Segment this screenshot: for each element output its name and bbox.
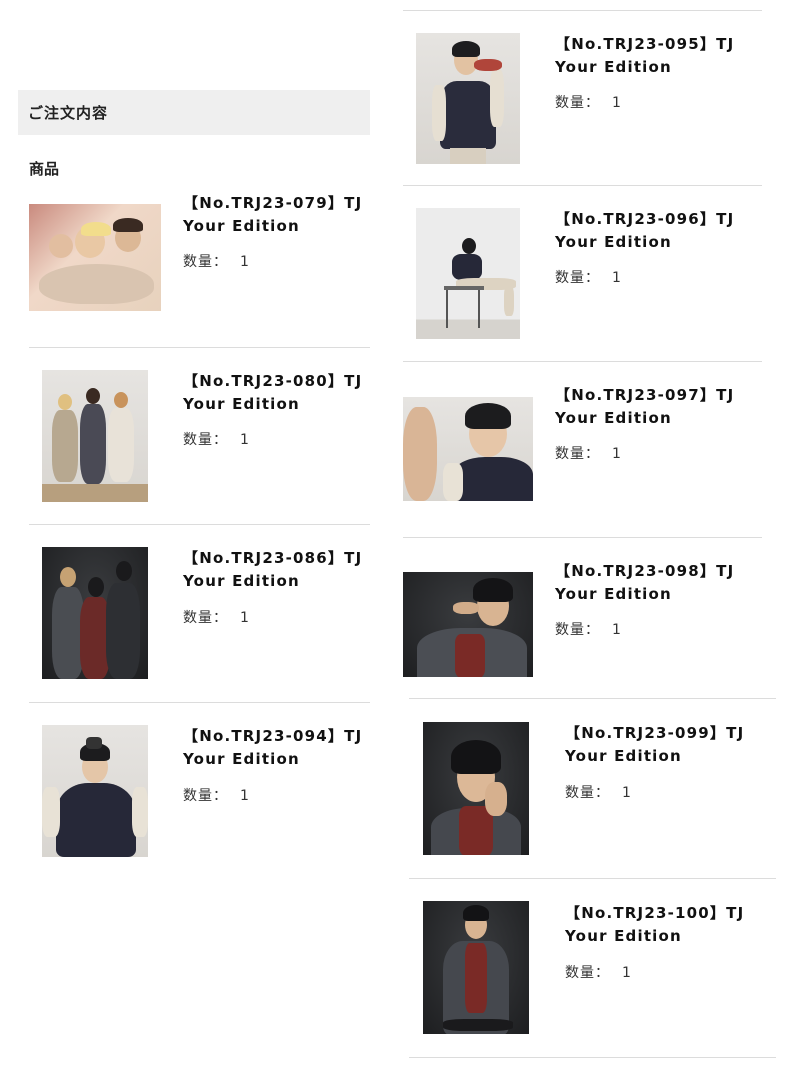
item-title-line1: 【No.TRJ23-094】TJ	[183, 727, 363, 745]
quantity-value: 1	[612, 95, 622, 111]
quantity-label: 数量：	[555, 446, 600, 462]
item-title-line1: 【No.TRJ23-079】TJ	[183, 194, 363, 212]
quantity-label: 数量：	[565, 785, 610, 801]
item-quantity: 数量： 1	[565, 782, 632, 802]
quantity-value: 1	[612, 270, 622, 286]
item-title-line2: Your Edition	[555, 58, 672, 76]
divider	[29, 524, 370, 525]
item-title-line2: Your Edition	[565, 927, 682, 945]
quantity-value: 1	[622, 785, 632, 801]
item-title-line2: Your Edition	[183, 572, 300, 590]
quantity-value: 1	[240, 788, 250, 804]
product-thumbnail[interactable]	[42, 725, 148, 857]
item-quantity: 数量： 1	[183, 429, 250, 449]
item-quantity: 数量： 1	[555, 92, 622, 112]
divider	[403, 10, 762, 11]
item-quantity: 数量： 1	[555, 267, 622, 287]
item-quantity: 数量： 1	[565, 962, 632, 982]
quantity-value: 1	[240, 610, 250, 626]
product-thumbnail[interactable]	[42, 370, 148, 502]
quantity-label: 数量：	[183, 254, 228, 270]
quantity-label: 数量：	[183, 610, 228, 626]
item-title-line2: Your Edition	[555, 585, 672, 603]
product-thumbnail[interactable]	[403, 397, 533, 501]
quantity-label: 数量：	[555, 270, 600, 286]
quantity-value: 1	[612, 446, 622, 462]
product-thumbnail[interactable]	[29, 204, 161, 311]
divider	[29, 702, 370, 703]
divider	[409, 1057, 776, 1058]
divider	[409, 878, 776, 879]
product-thumbnail[interactable]	[423, 901, 529, 1034]
item-title-line1: 【No.TRJ23-086】TJ	[183, 549, 363, 567]
item-title-line1: 【No.TRJ23-098】TJ	[555, 562, 735, 580]
item-title-line2: Your Edition	[183, 395, 300, 413]
item-title-line2: Your Edition	[555, 233, 672, 251]
quantity-label: 数量：	[555, 95, 600, 111]
item-title-line2: Your Edition	[183, 217, 300, 235]
item-quantity: 数量： 1	[183, 607, 250, 627]
item-title-line1: 【No.TRJ23-095】TJ	[555, 35, 735, 53]
item-title-line1: 【No.TRJ23-080】TJ	[183, 372, 363, 390]
product-thumbnail[interactable]	[42, 547, 148, 679]
item-quantity: 数量： 1	[555, 443, 622, 463]
item-quantity: 数量： 1	[183, 251, 250, 271]
quantity-label: 数量：	[183, 788, 228, 804]
quantity-value: 1	[612, 622, 622, 638]
product-thumbnail[interactable]	[416, 33, 520, 164]
quantity-value: 1	[240, 254, 250, 270]
divider	[403, 537, 762, 538]
item-quantity: 数量： 1	[555, 619, 622, 639]
item-title-line1: 【No.TRJ23-099】TJ	[565, 724, 745, 742]
order-details-title: ご注文内容	[28, 104, 109, 122]
item-title-line2: Your Edition	[183, 750, 300, 768]
products-label: 商品	[29, 160, 60, 178]
divider	[29, 347, 370, 348]
divider	[403, 185, 762, 186]
order-details-header: ご注文内容	[18, 90, 370, 135]
product-thumbnail[interactable]	[416, 208, 520, 339]
quantity-label: 数量：	[555, 622, 600, 638]
item-quantity: 数量： 1	[183, 785, 250, 805]
item-title-line1: 【No.TRJ23-096】TJ	[555, 210, 735, 228]
item-title-line1: 【No.TRJ23-097】TJ	[555, 386, 735, 404]
product-thumbnail[interactable]	[403, 572, 533, 677]
divider	[409, 698, 776, 699]
product-thumbnail[interactable]	[423, 722, 529, 855]
item-title-line2: Your Edition	[565, 747, 682, 765]
quantity-value: 1	[622, 965, 632, 981]
quantity-label: 数量：	[183, 432, 228, 448]
item-title-line1: 【No.TRJ23-100】TJ	[565, 904, 745, 922]
item-title-line2: Your Edition	[555, 409, 672, 427]
divider	[403, 361, 762, 362]
quantity-label: 数量：	[565, 965, 610, 981]
quantity-value: 1	[240, 432, 250, 448]
